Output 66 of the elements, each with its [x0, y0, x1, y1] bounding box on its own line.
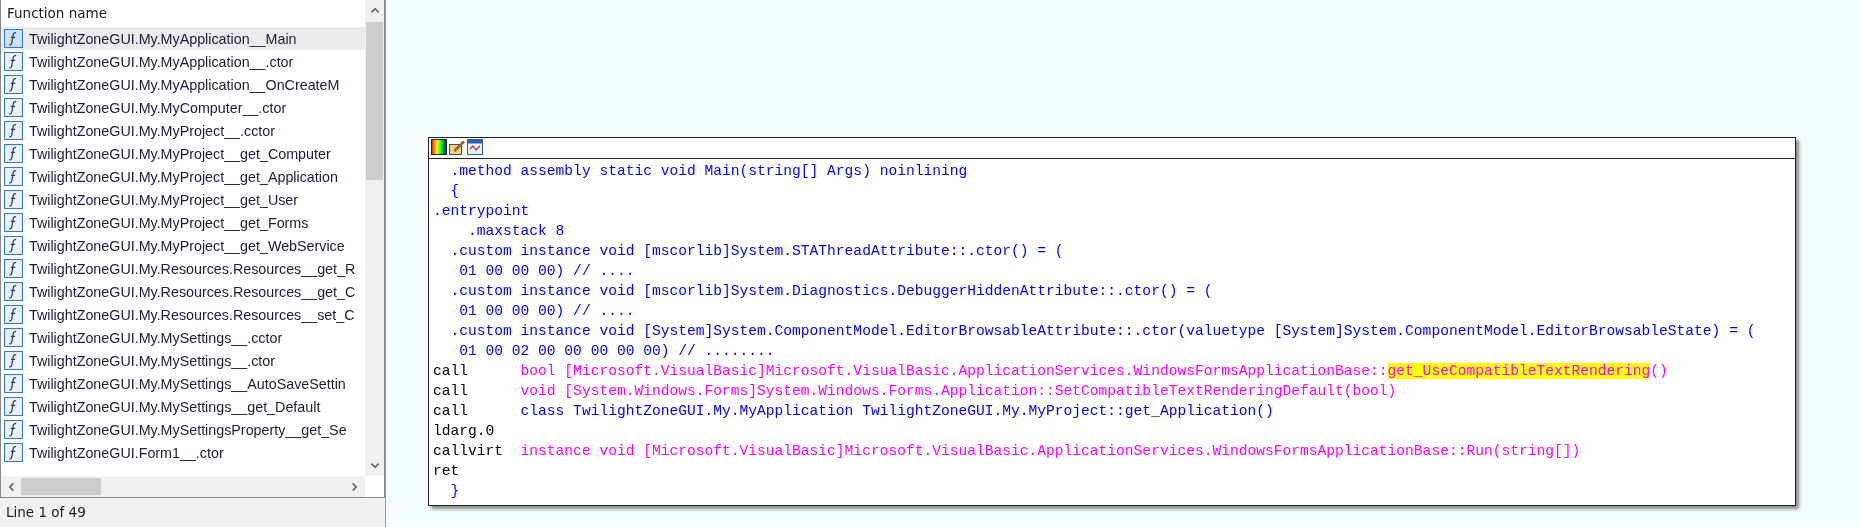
function-icon — [4, 351, 23, 370]
function-icon — [4, 282, 23, 301]
function-row[interactable]: TwilightZoneGUI.My.MySettingsProperty__get_Se — [1, 418, 365, 441]
code-line: { — [449, 182, 461, 201]
function-icon — [4, 167, 23, 186]
opcode: call — [433, 362, 470, 381]
operand: bool [Microsoft.VisualBasic]Microsoft.VisualBasic.ApplicationServices.WindowsFormsApplicationBase::get_UseCompatibleTextRendering() — [520, 363, 1668, 379]
color-palette-icon[interactable] — [431, 139, 447, 155]
operand: void [System.Windows.Forms]System.Windows.Forms.Application::SetCompatibleTextRenderingDefault(bool) — [520, 383, 1397, 399]
function-row[interactable]: TwilightZoneGUI.My.MyProject__get_WebService — [1, 234, 365, 257]
code-line: .entrypoint — [433, 202, 531, 221]
code-line: .method assembly static void Main(string[] Args) noinlining — [449, 162, 969, 181]
opcode: callvirt — [433, 442, 505, 461]
function-icon — [4, 305, 23, 324]
function-icon — [4, 236, 23, 255]
function-icon — [4, 328, 23, 347]
horizontal-scrollbar[interactable] — [1, 476, 365, 497]
edit-pencil-icon[interactable] — [449, 139, 465, 155]
function-row[interactable]: TwilightZoneGUI.My.MyApplication__OnCreateM — [1, 73, 365, 96]
code-line: .custom instance void [mscorlib]System.Diagnostics.DebuggerHiddenAttribute::.ctor() = ( — [449, 282, 1214, 301]
function-row[interactable]: TwilightZoneGUI.My.MyProject__get_Forms — [1, 211, 365, 234]
column-header[interactable]: Function name — [1, 0, 365, 27]
function-row[interactable]: TwilightZoneGUI.My.MySettings__AutoSaveSettin — [1, 372, 365, 395]
function-row[interactable]: TwilightZoneGUI.My.Resources.Resources__set_C — [1, 303, 365, 326]
function-icon — [4, 121, 23, 140]
vertical-scrollbar[interactable] — [365, 0, 384, 476]
code-line: .maxstack 8 — [467, 222, 566, 241]
function-icon — [4, 374, 23, 393]
function-icon — [4, 213, 23, 232]
function-icon — [4, 259, 23, 278]
opcode: call — [433, 382, 470, 401]
function-icon — [4, 29, 23, 48]
function-row[interactable]: TwilightZoneGUI.My.MyApplication__Main — [1, 27, 365, 50]
operand: class TwilightZoneGUI.My.MyApplication TwilightZoneGUI.My.MyProject::get_Application() — [520, 403, 1274, 419]
code-line: 01 00 02 00 00 00 00 00) // ........ — [458, 342, 776, 361]
code-line: } — [449, 482, 461, 501]
code-line: .custom instance void [mscorlib]System.STAThreadAttribute::.ctor() = ( — [449, 242, 1065, 261]
function-icon — [4, 144, 23, 163]
function-row[interactable]: TwilightZoneGUI.My.MySettings__.cctor — [1, 326, 365, 349]
function-row[interactable]: TwilightZoneGUI.My.MySettings__get_Default — [1, 395, 365, 418]
function-row[interactable]: TwilightZoneGUI.My.MyComputer__.ctor — [1, 96, 365, 119]
code-line: 01 00 00 00) // .... — [458, 262, 636, 281]
function-row[interactable]: TwilightZoneGUI.My.Resources.Resources__get_C — [1, 280, 365, 303]
opcode: ret — [433, 462, 461, 481]
function-row[interactable]: TwilightZoneGUI.My.Resources.Resources__get_R — [1, 257, 365, 280]
function-icon — [4, 98, 23, 117]
function-icon — [4, 420, 23, 439]
code-line: .custom instance void [System]System.ComponentModel.EditorBrowsableAttribute::.ctor(valuetype [System]System.ComponentModel.EditorBrowsableState) = ( — [449, 322, 1757, 341]
function-icon — [4, 75, 23, 94]
function-row[interactable]: TwilightZoneGUI.My.MyProject__get_Computer — [1, 142, 365, 165]
opcode: call — [433, 402, 470, 421]
function-icon — [4, 52, 23, 71]
function-row[interactable]: TwilightZoneGUI.My.MyProject__.cctor — [1, 119, 365, 142]
function-row[interactable]: TwilightZoneGUI.My.MyProject__get_User — [1, 188, 365, 211]
function-icon — [4, 397, 23, 416]
operand: instance void [Microsoft.VisualBasic]Microsoft.VisualBasic.ApplicationServices.WindowsFormsApplicationBase::Run(string[]) — [520, 443, 1581, 459]
function-icon — [4, 190, 23, 209]
function-row[interactable]: TwilightZoneGUI.Form1__.ctor — [1, 441, 365, 464]
function-row[interactable]: TwilightZoneGUI.My.MyApplication__.ctor — [1, 50, 365, 73]
function-row[interactable]: TwilightZoneGUI.My.MyProject__get_Application — [1, 165, 365, 188]
code-line: 01 00 00 00) // .... — [458, 302, 636, 321]
status-text: Line 1 of 49 — [5, 503, 87, 522]
function-icon — [4, 443, 23, 462]
function-row[interactable]: TwilightZoneGUI.My.MySettings__.ctor — [1, 349, 365, 372]
window-icon[interactable] — [467, 139, 483, 155]
opcode: ldarg.0 — [433, 422, 496, 441]
